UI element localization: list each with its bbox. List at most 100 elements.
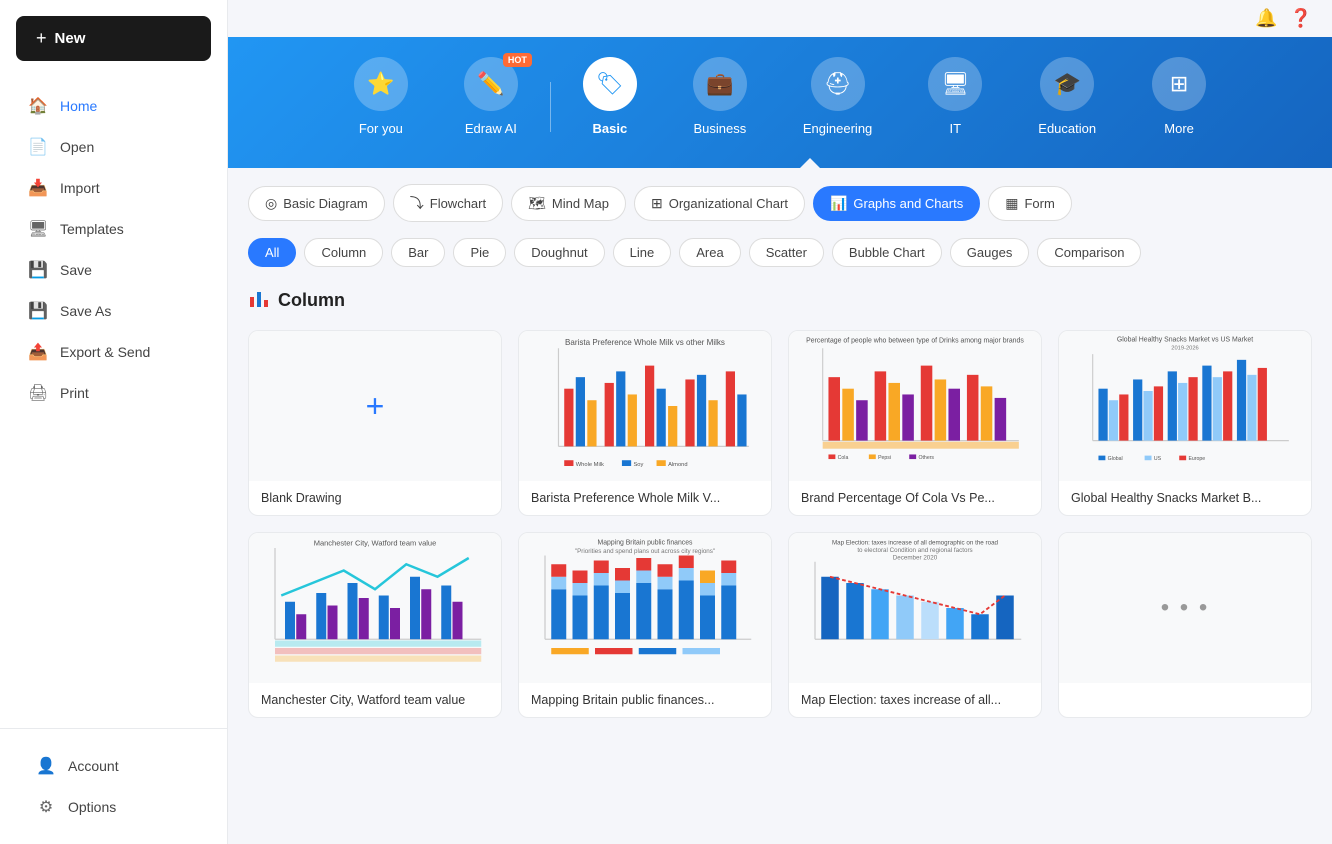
card-more-title [1059,683,1311,717]
main-area: 🔔 ❓ ⭐ For you ✏️ HOT Edraw AI 🏷 Basic [228,0,1332,844]
form-icon: ▦ [1005,195,1018,212]
sub-filter-bar[interactable]: Bar [391,238,445,267]
svg-text:Percentage of people who betwe: Percentage of people who between type of… [806,338,1024,345]
hero-nav-edraw-ai[interactable]: ✏️ HOT Edraw AI [436,57,546,156]
save-icon: 💾 [28,260,48,280]
svg-text:Barista Preference Whole Milk: Barista Preference Whole Milk vs other M… [565,338,725,347]
sidebar-item-templates[interactable]: 🖥 Templates [8,209,219,249]
tab-mind-map[interactable]: 🗺 Mind Map [511,186,626,221]
card-cola-preview: Percentage of people who between type of… [789,331,1041,481]
cola-chart-svg: Percentage of people who between type of… [789,331,1041,481]
card-blank-preview: + [249,331,501,481]
tab-form[interactable]: ▦ Form [988,186,1072,221]
card-snacks[interactable]: Global Healthy Snacks Market vs US Marke… [1058,330,1312,516]
card-manchester-preview: Manchester City, Watford team value [249,533,501,683]
filter-tabs: ◎ Basic Diagram ⤵ Flowchart 🗺 Mind Map ⊞… [248,184,1312,222]
sidebar-item-options-label: Options [68,799,116,815]
sub-filter-bubble[interactable]: Bubble Chart [832,238,942,267]
tab-mind-map-label: Mind Map [552,196,609,211]
svg-text:Global: Global [1108,456,1123,462]
banner-arrow [248,158,1312,168]
nav-separator [550,82,551,132]
hero-nav-for-you[interactable]: ⭐ For you [326,57,436,156]
tab-basic-diagram[interactable]: ◎ Basic Diagram [248,186,385,221]
card-barista-title: Barista Preference Whole Milk V... [519,481,771,515]
card-barista[interactable]: Barista Preference Whole Milk vs other M… [518,330,772,516]
card-grid-row2: Manchester City, Watford team value [248,532,1312,718]
sidebar-item-save-label: Save [60,262,92,278]
sidebar-nav: 🏠 Home 📄 Open 📥 Import 🖥 Templates 💾 Sav… [0,77,227,728]
svg-text:December 2020: December 2020 [893,554,938,561]
new-label: New [55,30,86,47]
tab-graphs-charts[interactable]: 📊 Graphs and Charts [813,186,980,221]
card-election[interactable]: Map Election: taxes increase of all demo… [788,532,1042,718]
card-mapping[interactable]: Mapping Britain public finances "Priorit… [518,532,772,718]
barista-chart-svg: Barista Preference Whole Milk vs other M… [519,331,771,481]
card-more-preview: • • • [1059,533,1311,683]
card-mapping-title: Mapping Britain public finances... [519,683,771,717]
sub-filter-doughnut[interactable]: Doughnut [514,238,604,267]
sub-filter-scatter[interactable]: Scatter [749,238,824,267]
card-cola[interactable]: Percentage of people who between type of… [788,330,1042,516]
card-election-title: Map Election: taxes increase of all... [789,683,1041,717]
sub-filter-pie[interactable]: Pie [453,238,506,267]
notification-bell-icon[interactable]: 🔔 [1255,8,1277,29]
sidebar-item-save-as[interactable]: 💾 Save As [8,291,219,331]
sidebar-item-import[interactable]: 📥 Import [8,168,219,208]
hero-nav-basic[interactable]: 🏷 Basic [555,57,665,156]
card-manchester[interactable]: Manchester City, Watford team value [248,532,502,718]
sidebar-item-print[interactable]: 🖨 Print [8,373,219,413]
sub-filter-all[interactable]: All [248,238,296,267]
more-circle: ⊞ [1152,57,1206,111]
sidebar-item-options[interactable]: ⚙ Options [16,787,211,827]
tab-org-chart[interactable]: ⊞ Organizational Chart [634,186,805,221]
hero-nav-more[interactable]: ⊞ More [1124,57,1234,156]
hero-banner: ⭐ For you ✏️ HOT Edraw AI 🏷 Basic 💼 Busi… [228,37,1332,168]
hero-nav-education[interactable]: 🎓 Education [1010,57,1124,156]
hero-nav-engineering[interactable]: ⛑ Engineering [775,57,900,156]
account-icon: 👤 [36,756,56,776]
help-icon[interactable]: ❓ [1290,8,1312,29]
card-blank[interactable]: + Blank Drawing [248,330,502,516]
arrow-up [798,158,822,168]
card-cola-title: Brand Percentage Of Cola Vs Pe... [789,481,1041,515]
options-icon: ⚙ [36,797,56,817]
sub-filter-area[interactable]: Area [679,238,740,267]
sub-filter-line[interactable]: Line [613,238,672,267]
engineering-label: Engineering [803,121,872,136]
svg-text:Soy: Soy [633,462,643,468]
column-chart-icon [248,287,270,309]
home-icon: 🏠 [28,96,48,116]
print-icon: 🖨 [28,383,48,403]
sidebar-item-export[interactable]: 📤 Export & Send [8,332,219,372]
card-election-preview: Map Election: taxes increase of all demo… [789,533,1041,683]
sidebar-item-home[interactable]: 🏠 Home [8,86,219,126]
snacks-chart-svg: Global Healthy Snacks Market vs US Marke… [1059,331,1311,481]
new-button[interactable]: + New [16,16,211,61]
sidebar-item-open[interactable]: 📄 Open [8,127,219,167]
section-header: Column [248,287,1312,314]
tab-flowchart[interactable]: ⤵ Flowchart [393,184,503,222]
card-blank-title: Blank Drawing [249,481,501,515]
for-you-circle: ⭐ [354,57,408,111]
svg-text:to electoral Condition and reg: to electoral Condition and regional fact… [857,547,972,554]
hero-nav-business[interactable]: 💼 Business [665,57,775,156]
sidebar-item-account[interactable]: 👤 Account [16,746,211,786]
hero-nav-it[interactable]: 🖥 IT [900,57,1010,156]
hero-nav: ⭐ For you ✏️ HOT Edraw AI 🏷 Basic 💼 Busi… [248,37,1312,156]
education-circle: 🎓 [1040,57,1094,111]
sub-filters: All Column Bar Pie Doughnut Line Area Sc… [248,238,1312,267]
sidebar-item-save[interactable]: 💾 Save [8,250,219,290]
sub-filter-comparison[interactable]: Comparison [1037,238,1141,267]
svg-text:2019-2026: 2019-2026 [1171,345,1199,351]
export-icon: 📤 [28,342,48,362]
svg-text:"Priorities and spend plans ou: "Priorities and spend plans out across c… [575,548,715,555]
card-more[interactable]: • • • [1058,532,1312,718]
sidebar-item-account-label: Account [68,758,119,774]
sub-filter-column[interactable]: Column [304,238,383,267]
svg-text:Almond: Almond [668,462,688,468]
sub-filter-gauges[interactable]: Gauges [950,238,1030,267]
card-manchester-title: Manchester City, Watford team value [249,683,501,717]
tab-graphs-charts-label: Graphs and Charts [853,196,963,211]
import-icon: 📥 [28,178,48,198]
